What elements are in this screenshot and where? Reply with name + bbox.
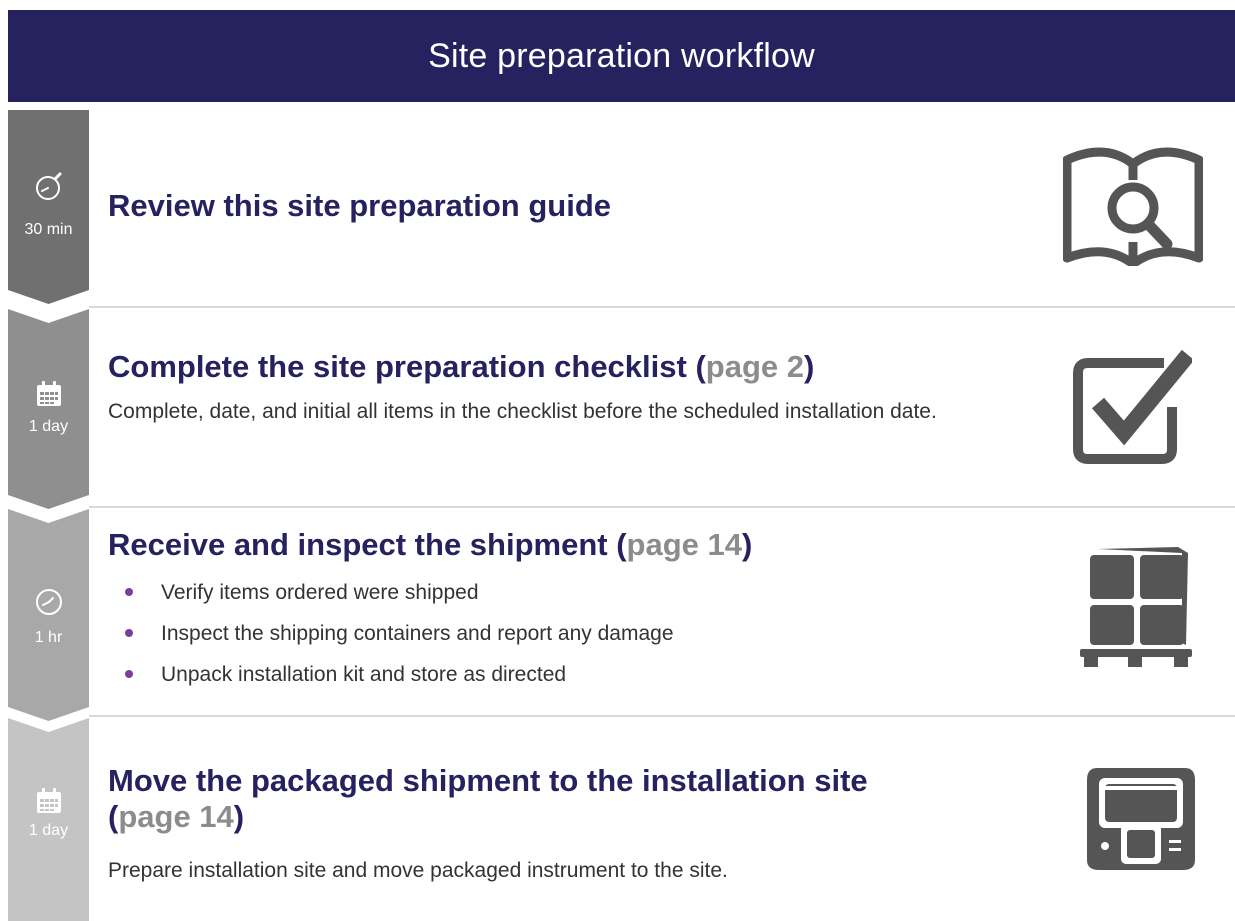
list-item: Inspect the shipping containers and repo… [108, 620, 674, 661]
step-description: Complete, date, and initial all items in… [108, 400, 937, 423]
pallet-boxes-icon [1080, 547, 1192, 667]
step-title-close: ) [803, 349, 815, 384]
step-title: Move the packaged shipment to the instal… [108, 763, 1008, 835]
step-1-timeline-segment [8, 110, 89, 304]
workflow-header: Site preparation workflow [8, 10, 1235, 102]
list-item-text: Verify items ordered were shipped [161, 581, 479, 604]
step-bullet-list: Verify items ordered were shipped Inspec… [108, 579, 674, 702]
step-duration: 1 day [28, 822, 69, 839]
step-4-timeline-segment [8, 718, 89, 921]
step-duration: 30 min [24, 221, 73, 238]
step-divider [89, 715, 1235, 717]
step-title: Review this site preparation guide [108, 188, 611, 224]
list-item-text: Unpack installation kit and store as dir… [161, 663, 567, 686]
step-title-close: ) [741, 527, 753, 562]
step-duration: 1 day [28, 418, 69, 435]
workflow-step-2: 1 day Complete the site preparation chec… [0, 309, 1235, 509]
workflow-step-4: 1 day Move the packaged shipment to the … [0, 718, 1235, 921]
instrument-icon [1087, 768, 1195, 870]
page-reference-link[interactable]: page 14 [627, 527, 742, 562]
step-title: Complete the site preparation checklist … [108, 349, 814, 385]
step-title-close: ) [233, 799, 245, 834]
step-description: Prepare installation site and move packa… [108, 859, 728, 882]
bullet-icon [125, 670, 133, 678]
step-title-text: Receive and inspect the shipment ( [108, 527, 627, 562]
step-title-text: Move the packaged shipment to the instal… [108, 763, 868, 798]
workflow-step-1: 30 min Review this site preparation guid… [0, 110, 1235, 310]
step-title-open: ( [108, 799, 119, 834]
workflow-step-3: 1 hr Receive and inspect the shipment (p… [0, 509, 1235, 721]
checkbox-checked-icon [1073, 349, 1192, 464]
step-divider [89, 506, 1235, 508]
calendar-icon [37, 788, 61, 813]
clock-icon [36, 589, 62, 615]
step-title-text: Review this site preparation guide [108, 188, 612, 223]
step-duration: 1 hr [34, 629, 63, 646]
calendar-icon [37, 381, 61, 406]
step-divider [89, 306, 1235, 308]
book-magnifier-icon [1063, 147, 1203, 266]
step-title-text: Complete the site preparation checklist … [108, 349, 706, 384]
page-reference-link[interactable]: page 14 [118, 799, 233, 834]
page-title: Site preparation workflow [428, 36, 815, 75]
list-item: Verify items ordered were shipped [108, 579, 674, 620]
page-reference-link[interactable]: page 2 [706, 349, 804, 384]
step-2-timeline-segment [8, 309, 89, 509]
list-item: Unpack installation kit and store as dir… [108, 661, 674, 702]
list-item-text: Inspect the shipping containers and repo… [161, 622, 674, 645]
stopwatch-icon [36, 172, 62, 200]
bullet-icon [125, 629, 133, 637]
bullet-icon [125, 588, 133, 596]
step-title: Receive and inspect the shipment (page 1… [108, 527, 752, 563]
